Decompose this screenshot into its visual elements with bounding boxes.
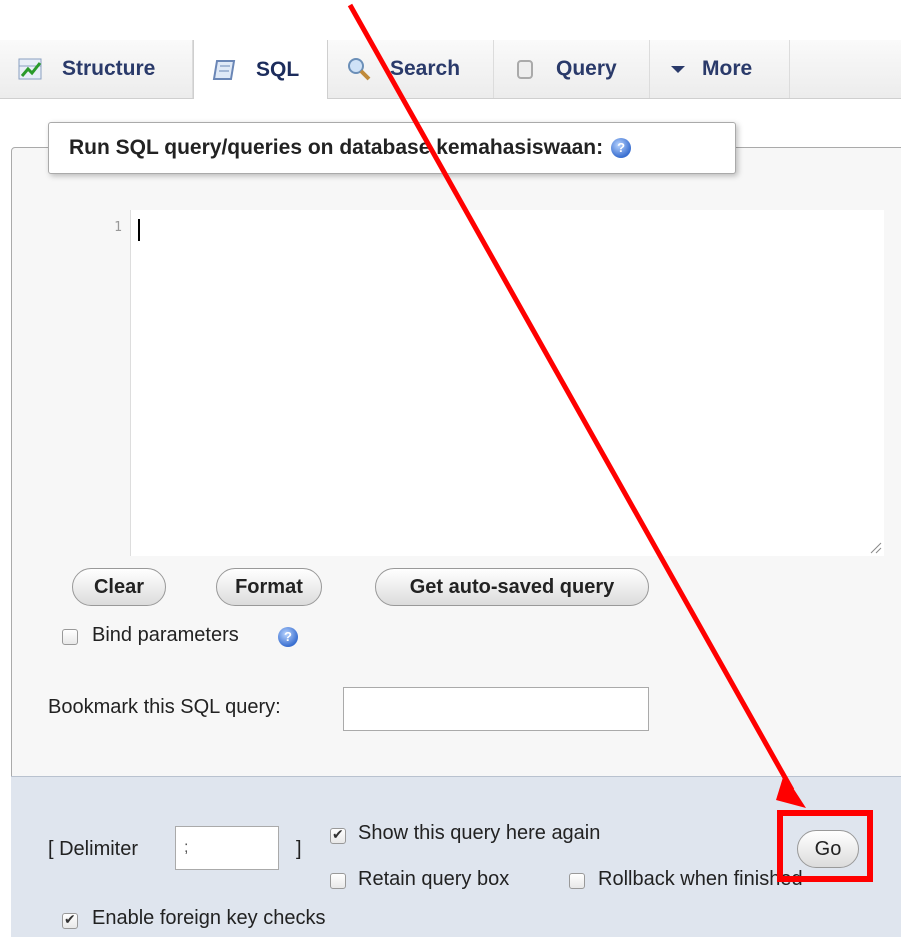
delimiter-input[interactable]: ; xyxy=(175,826,279,870)
resize-handle-icon[interactable] xyxy=(868,540,882,554)
show-query-again-checkbox[interactable] xyxy=(330,826,346,844)
rollback-checkbox[interactable] xyxy=(569,873,585,889)
tab-structure-label: Structure xyxy=(62,57,156,80)
bind-parameters-label: Bind parameters xyxy=(92,624,239,646)
show-query-again-label: Show this query here again xyxy=(358,822,601,844)
bind-parameters-checkbox[interactable] xyxy=(62,629,78,645)
sql-icon xyxy=(212,57,238,83)
bind-parameters-help-icon[interactable] xyxy=(278,627,298,647)
tab-search[interactable]: Search xyxy=(328,40,494,98)
rollback-label: Rollback when finished xyxy=(598,868,803,890)
structure-icon xyxy=(18,56,44,82)
search-icon xyxy=(346,56,372,82)
tab-structure[interactable]: Structure xyxy=(0,40,193,98)
delimiter-close: ] xyxy=(296,838,302,860)
query-icon xyxy=(512,56,538,82)
foreign-key-checks-label: Enable foreign key checks xyxy=(92,907,326,929)
legend-text: Run SQL query/queries on database kemaha… xyxy=(69,136,604,159)
delimiter-label: [ Delimiter xyxy=(48,838,139,860)
fieldset-legend: Run SQL query/queries on database kemaha… xyxy=(48,122,736,174)
bookmark-label: Bookmark this SQL query: xyxy=(48,696,281,718)
text-cursor xyxy=(138,219,140,241)
tab-more-label: More xyxy=(702,57,753,80)
tab-sql-label: SQL xyxy=(256,57,300,81)
caret-down-icon xyxy=(668,56,688,82)
retain-query-box-label: Retain query box xyxy=(358,868,510,890)
tab-query-label: Query xyxy=(556,57,617,80)
format-button[interactable]: Format xyxy=(216,568,322,606)
foreign-key-checks-checkbox[interactable] xyxy=(62,911,78,929)
sql-editor[interactable]: 1 xyxy=(47,210,884,556)
bookmark-input[interactable] xyxy=(343,687,649,731)
tab-query[interactable]: Query xyxy=(494,40,650,98)
annotation-highlight-box xyxy=(777,810,873,882)
clear-button[interactable]: Clear xyxy=(72,568,166,606)
tab-search-label: Search xyxy=(390,57,461,80)
tab-bar: Structure SQL Search Query More xyxy=(0,40,901,99)
tab-more[interactable]: More xyxy=(650,40,790,98)
line-number: 1 xyxy=(114,220,122,235)
tab-sql[interactable]: SQL xyxy=(193,40,328,99)
retain-query-box-checkbox[interactable] xyxy=(330,873,346,889)
get-autosaved-query-button[interactable]: Get auto-saved query xyxy=(375,568,649,606)
editor-gutter: 1 xyxy=(47,210,131,556)
help-icon[interactable] xyxy=(611,138,632,158)
